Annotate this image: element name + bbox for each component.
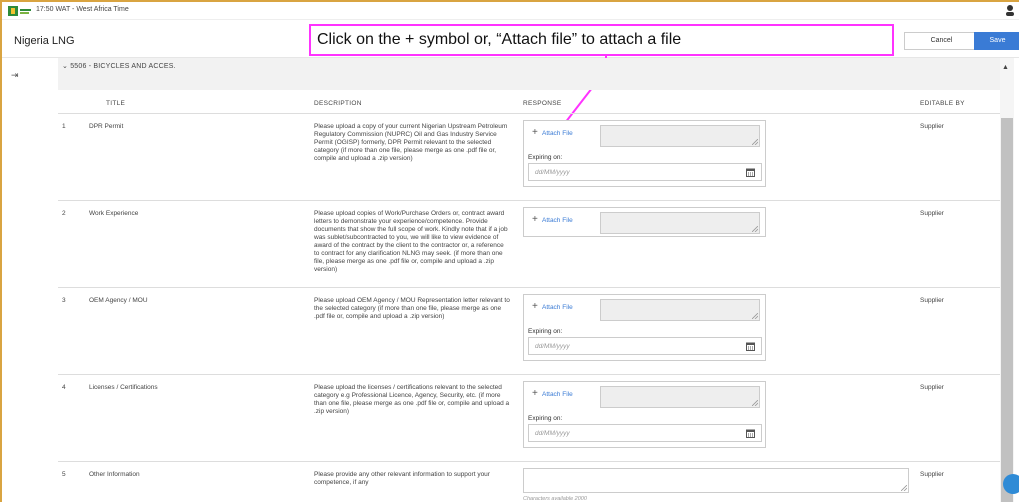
plus-icon[interactable]: + bbox=[532, 215, 538, 225]
editable-by: Supplier bbox=[920, 210, 944, 217]
date-placeholder: dd/MM/yyyy bbox=[535, 343, 570, 350]
row-number: 5 bbox=[62, 471, 66, 478]
questionnaire-table: TITLE DESCRIPTION RESPONSE EDITABLE BY 1… bbox=[58, 90, 1000, 502]
expiry-date-input[interactable]: dd/MM/yyyy bbox=[528, 424, 762, 442]
table-row: 3 OEM Agency / MOU Please upload OEM Age… bbox=[58, 288, 1000, 375]
calendar-icon[interactable] bbox=[746, 429, 755, 438]
file-drop-area[interactable] bbox=[600, 125, 760, 147]
expiring-label: Expiring on: bbox=[528, 415, 563, 422]
app-title: Nigeria LNG bbox=[14, 35, 75, 47]
row-title: OEM Agency / MOU bbox=[89, 297, 148, 304]
plus-icon[interactable]: + bbox=[532, 128, 538, 138]
expiring-label: Expiring on: bbox=[528, 154, 563, 161]
chat-icon[interactable] bbox=[1003, 474, 1019, 494]
user-icon[interactable] bbox=[1005, 4, 1015, 16]
expiry-date-input[interactable]: dd/MM/yyyy bbox=[528, 163, 762, 181]
attach-file-link[interactable]: Attach File bbox=[542, 130, 573, 137]
scroll-thumb[interactable] bbox=[1001, 118, 1013, 502]
row-description: Please upload the licenses / certificati… bbox=[314, 384, 510, 415]
editable-by: Supplier bbox=[920, 471, 944, 478]
date-placeholder: dd/MM/yyyy bbox=[535, 169, 570, 176]
table-row: 4 Licenses / Certifications Please uploa… bbox=[58, 375, 1000, 462]
col-response: RESPONSE bbox=[523, 100, 562, 107]
response-box: + Attach File Expiring on: dd/MM/yyyy bbox=[523, 120, 766, 187]
table-row: 2 Work Experience Please upload copies o… bbox=[58, 201, 1000, 288]
table-header: TITLE DESCRIPTION RESPONSE EDITABLE BY bbox=[58, 90, 1000, 114]
file-drop-area[interactable] bbox=[600, 386, 760, 408]
plus-icon[interactable]: + bbox=[532, 389, 538, 399]
row-description: Please upload copies of Work/Purchase Or… bbox=[314, 210, 508, 273]
table-row: 1 DPR Permit Please upload a copy of you… bbox=[58, 114, 1000, 201]
calendar-icon[interactable] bbox=[746, 168, 755, 177]
resize-grip-icon[interactable] bbox=[752, 400, 758, 406]
file-drop-area[interactable] bbox=[600, 212, 760, 234]
row-number: 4 bbox=[62, 384, 66, 391]
row-title: DPR Permit bbox=[89, 123, 124, 130]
row-description: Please provide any other relevant inform… bbox=[314, 471, 490, 486]
expand-panel-icon[interactable]: ⇥ bbox=[11, 70, 19, 81]
plus-icon[interactable]: + bbox=[532, 302, 538, 312]
table-row: 5 Other Information Please provide any o… bbox=[58, 462, 1000, 502]
resize-grip-icon[interactable] bbox=[752, 313, 758, 319]
attach-file-link[interactable]: Attach File bbox=[542, 217, 573, 224]
response-box: + Attach File Expiring on: dd/MM/yyyy bbox=[523, 381, 766, 448]
cancel-button[interactable]: Cancel bbox=[904, 32, 979, 50]
col-title: TITLE bbox=[106, 100, 126, 107]
response-box: + Attach File Expiring on: dd/MM/yyyy bbox=[523, 294, 766, 361]
row-title: Work Experience bbox=[89, 210, 139, 217]
timezone-clock: 17:50 WAT - West Africa Time bbox=[36, 6, 129, 13]
scroll-up-arrow-icon[interactable]: ▲ bbox=[1002, 64, 1009, 71]
nlng-logo-icon bbox=[8, 6, 31, 16]
resize-grip-icon[interactable] bbox=[752, 139, 758, 145]
section-title-text: 5506 - BICYCLES AND ACCES. bbox=[70, 63, 176, 70]
calendar-icon[interactable] bbox=[746, 342, 755, 351]
row-title: Other Information bbox=[89, 471, 140, 478]
col-description: DESCRIPTION bbox=[314, 100, 362, 107]
col-editable-by: EDITABLE BY bbox=[920, 100, 965, 107]
date-placeholder: dd/MM/yyyy bbox=[535, 430, 570, 437]
editable-by: Supplier bbox=[920, 297, 944, 304]
editable-by: Supplier bbox=[920, 384, 944, 391]
file-drop-area[interactable] bbox=[600, 299, 760, 321]
row-number: 1 bbox=[62, 123, 66, 130]
characters-available: Characters available 2000 bbox=[523, 496, 587, 502]
left-rail: ⇥ bbox=[2, 58, 38, 502]
attach-file-link[interactable]: Attach File bbox=[542, 304, 573, 311]
expiring-label: Expiring on: bbox=[528, 328, 563, 335]
row-number: 2 bbox=[62, 210, 66, 217]
resize-grip-icon[interactable] bbox=[901, 485, 907, 491]
expiry-date-input[interactable]: dd/MM/yyyy bbox=[528, 337, 762, 355]
top-bar: 17:50 WAT - West Africa Time bbox=[2, 2, 1019, 20]
resize-grip-icon[interactable] bbox=[752, 226, 758, 232]
other-info-textarea[interactable] bbox=[523, 468, 909, 493]
row-description: Please upload a copy of your current Nig… bbox=[314, 123, 508, 162]
section-title: ⌄ 5506 - BICYCLES AND ACCES. bbox=[62, 63, 176, 70]
response-box: + Attach File bbox=[523, 207, 766, 237]
instruction-callout: Click on the + symbol or, “Attach file” … bbox=[309, 24, 894, 56]
section-header[interactable]: ⌄ 5506 - BICYCLES AND ACCES. bbox=[58, 58, 1000, 90]
row-number: 3 bbox=[62, 297, 66, 304]
vertical-scrollbar[interactable]: ▲ bbox=[1000, 58, 1014, 502]
attach-file-link[interactable]: Attach File bbox=[542, 391, 573, 398]
editable-by: Supplier bbox=[920, 123, 944, 130]
row-description: Please upload OEM Agency / MOU Represent… bbox=[314, 297, 510, 320]
save-button[interactable]: Save bbox=[974, 32, 1019, 50]
row-title: Licenses / Certifications bbox=[89, 384, 158, 391]
